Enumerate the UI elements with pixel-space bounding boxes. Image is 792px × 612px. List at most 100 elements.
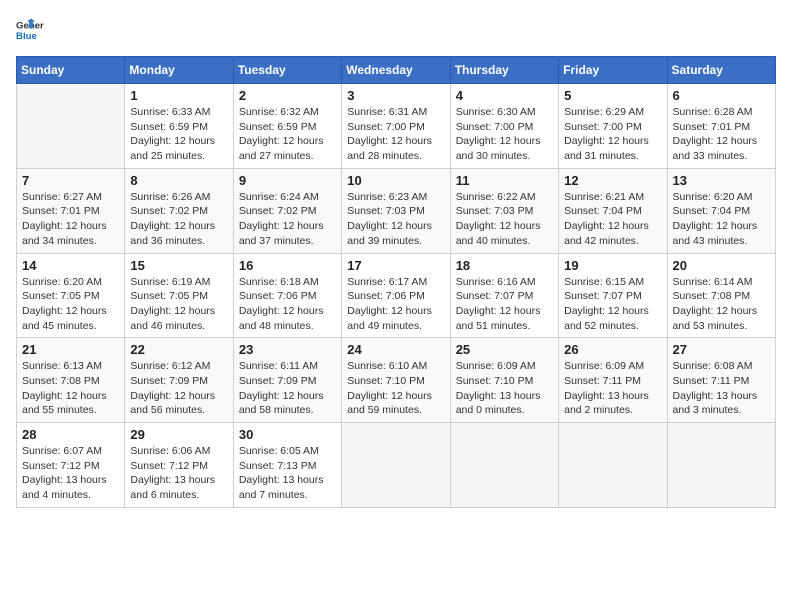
day-number: 6 [673, 88, 770, 103]
weekday-header-friday: Friday [559, 57, 667, 84]
day-info: Sunrise: 6:14 AM Sunset: 7:08 PM Dayligh… [673, 275, 770, 334]
calendar-cell: 12Sunrise: 6:21 AM Sunset: 7:04 PM Dayli… [559, 168, 667, 253]
logo-icon: General Blue [16, 16, 44, 44]
day-info: Sunrise: 6:09 AM Sunset: 7:11 PM Dayligh… [564, 359, 661, 418]
day-number: 16 [239, 258, 336, 273]
calendar-cell: 19 Sunrise: 6:15 AM Sunset: 7:07 PM Dayli… [559, 253, 667, 338]
day-info: Sunrise: 6:05 AM Sunset: 7:13 PM Dayligh… [239, 444, 336, 503]
calendar-cell: 18 Sunrise: 6:16 AM Sunset: 7:07 PM Dayli… [450, 253, 558, 338]
day-number: 21 [22, 342, 119, 357]
calendar-week-row: 1Sunrise: 6:33 AM Sunset: 6:59 PM Daylig… [17, 84, 776, 169]
day-number: 3 [347, 88, 444, 103]
calendar-cell: 24 Sunrise: 6:10 AM Sunset: 7:10 PM Dayli… [342, 338, 450, 423]
day-number: 2 [239, 88, 336, 103]
calendar-cell: 17 Sunrise: 6:17 AM Sunset: 7:06 PM Dayli… [342, 253, 450, 338]
calendar-week-row: 7 Sunrise: 6:27 AM Sunset: 7:01 PM Daylig… [17, 168, 776, 253]
day-number: 7 [22, 173, 119, 188]
day-number: 18 [456, 258, 553, 273]
day-number: 26 [564, 342, 661, 357]
day-info: Sunrise: 6:22 AM Sunset: 7:03 PM Dayligh… [456, 190, 553, 249]
day-info: Sunrise: 6:06 AM Sunset: 7:12 PM Dayligh… [130, 444, 227, 503]
page-header: General Blue [16, 16, 776, 44]
calendar-cell [667, 423, 775, 508]
weekday-header-thursday: Thursday [450, 57, 558, 84]
calendar-cell: 11 Sunrise: 6:22 AM Sunset: 7:03 PM Dayli… [450, 168, 558, 253]
weekday-header-monday: Monday [125, 57, 233, 84]
day-info: Sunrise: 6:13 AM Sunset: 7:08 PM Dayligh… [22, 359, 119, 418]
calendar-table: SundayMondayTuesdayWednesdayThursdayFrid… [16, 56, 776, 508]
day-info: Sunrise: 6:07 AM Sunset: 7:12 PM Dayligh… [22, 444, 119, 503]
day-info: Sunrise: 6:20 AM Sunset: 7:04 PM Dayligh… [673, 190, 770, 249]
day-info: Sunrise: 6:08 AM Sunset: 7:11 PM Dayligh… [673, 359, 770, 418]
weekday-header-sunday: Sunday [17, 57, 125, 84]
day-info: Sunrise: 6:21 AM Sunset: 7:04 PM Dayligh… [564, 190, 661, 249]
calendar-cell: 27 Sunrise: 6:08 AM Sunset: 7:11 PM Dayli… [667, 338, 775, 423]
day-info: Sunrise: 6:24 AM Sunset: 7:02 PM Dayligh… [239, 190, 336, 249]
weekday-header-saturday: Saturday [667, 57, 775, 84]
calendar-cell: 28 Sunrise: 6:07 AM Sunset: 7:12 PM Dayli… [17, 423, 125, 508]
calendar-cell: 8 Sunrise: 6:26 AM Sunset: 7:02 PM Daylig… [125, 168, 233, 253]
day-info: Sunrise: 6:31 AM Sunset: 7:00 PM Dayligh… [347, 105, 444, 164]
calendar-cell: 1Sunrise: 6:33 AM Sunset: 6:59 PM Daylig… [125, 84, 233, 169]
day-number: 19 [564, 258, 661, 273]
day-info: Sunrise: 6:17 AM Sunset: 7:06 PM Dayligh… [347, 275, 444, 334]
day-number: 11 [456, 173, 553, 188]
calendar-cell [450, 423, 558, 508]
calendar-cell: 4 Sunrise: 6:30 AM Sunset: 7:00 PM Daylig… [450, 84, 558, 169]
calendar-cell: 29Sunrise: 6:06 AM Sunset: 7:12 PM Dayli… [125, 423, 233, 508]
day-info: Sunrise: 6:12 AM Sunset: 7:09 PM Dayligh… [130, 359, 227, 418]
calendar-week-row: 28 Sunrise: 6:07 AM Sunset: 7:12 PM Dayli… [17, 423, 776, 508]
calendar-cell: 5 Sunrise: 6:29 AM Sunset: 7:00 PM Daylig… [559, 84, 667, 169]
day-info: Sunrise: 6:09 AM Sunset: 7:10 PM Dayligh… [456, 359, 553, 418]
day-number: 5 [564, 88, 661, 103]
calendar-cell: 9 Sunrise: 6:24 AM Sunset: 7:02 PM Daylig… [233, 168, 341, 253]
calendar-cell: 2 Sunrise: 6:32 AM Sunset: 6:59 PM Daylig… [233, 84, 341, 169]
calendar-cell: 10 Sunrise: 6:23 AM Sunset: 7:03 PM Dayli… [342, 168, 450, 253]
weekday-header-row: SundayMondayTuesdayWednesdayThursdayFrid… [17, 57, 776, 84]
day-number: 20 [673, 258, 770, 273]
day-number: 17 [347, 258, 444, 273]
weekday-header-wednesday: Wednesday [342, 57, 450, 84]
calendar-cell: 16 Sunrise: 6:18 AM Sunset: 7:06 PM Dayli… [233, 253, 341, 338]
calendar-week-row: 14Sunrise: 6:20 AM Sunset: 7:05 PM Dayli… [17, 253, 776, 338]
day-number: 4 [456, 88, 553, 103]
day-info: Sunrise: 6:16 AM Sunset: 7:07 PM Dayligh… [456, 275, 553, 334]
calendar-cell: 30 Sunrise: 6:05 AM Sunset: 7:13 PM Dayli… [233, 423, 341, 508]
calendar-cell [17, 84, 125, 169]
day-number: 25 [456, 342, 553, 357]
day-info: Sunrise: 6:18 AM Sunset: 7:06 PM Dayligh… [239, 275, 336, 334]
day-number: 15 [130, 258, 227, 273]
day-number: 22 [130, 342, 227, 357]
calendar-cell [559, 423, 667, 508]
calendar-cell: 22 Sunrise: 6:12 AM Sunset: 7:09 PM Dayli… [125, 338, 233, 423]
day-number: 8 [130, 173, 227, 188]
day-info: Sunrise: 6:11 AM Sunset: 7:09 PM Dayligh… [239, 359, 336, 418]
day-number: 13 [673, 173, 770, 188]
calendar-cell: 6Sunrise: 6:28 AM Sunset: 7:01 PM Daylig… [667, 84, 775, 169]
day-info: Sunrise: 6:15 AM Sunset: 7:07 PM Dayligh… [564, 275, 661, 334]
day-number: 10 [347, 173, 444, 188]
calendar-cell: 15 Sunrise: 6:19 AM Sunset: 7:05 PM Dayli… [125, 253, 233, 338]
calendar-cell: 21 Sunrise: 6:13 AM Sunset: 7:08 PM Dayli… [17, 338, 125, 423]
day-number: 9 [239, 173, 336, 188]
day-info: Sunrise: 6:10 AM Sunset: 7:10 PM Dayligh… [347, 359, 444, 418]
day-info: Sunrise: 6:23 AM Sunset: 7:03 PM Dayligh… [347, 190, 444, 249]
day-info: Sunrise: 6:32 AM Sunset: 6:59 PM Dayligh… [239, 105, 336, 164]
day-number: 30 [239, 427, 336, 442]
day-number: 1 [130, 88, 227, 103]
calendar-week-row: 21 Sunrise: 6:13 AM Sunset: 7:08 PM Dayli… [17, 338, 776, 423]
day-info: Sunrise: 6:19 AM Sunset: 7:05 PM Dayligh… [130, 275, 227, 334]
logo: General Blue [16, 16, 48, 44]
calendar-cell [342, 423, 450, 508]
calendar-cell: 13 Sunrise: 6:20 AM Sunset: 7:04 PM Dayli… [667, 168, 775, 253]
day-info: Sunrise: 6:27 AM Sunset: 7:01 PM Dayligh… [22, 190, 119, 249]
day-info: Sunrise: 6:26 AM Sunset: 7:02 PM Dayligh… [130, 190, 227, 249]
calendar-cell: 14Sunrise: 6:20 AM Sunset: 7:05 PM Dayli… [17, 253, 125, 338]
day-number: 28 [22, 427, 119, 442]
calendar-cell: 3 Sunrise: 6:31 AM Sunset: 7:00 PM Daylig… [342, 84, 450, 169]
day-number: 27 [673, 342, 770, 357]
day-info: Sunrise: 6:29 AM Sunset: 7:00 PM Dayligh… [564, 105, 661, 164]
calendar-cell: 26 Sunrise: 6:09 AM Sunset: 7:11 PM Dayli… [559, 338, 667, 423]
day-number: 24 [347, 342, 444, 357]
day-info: Sunrise: 6:30 AM Sunset: 7:00 PM Dayligh… [456, 105, 553, 164]
